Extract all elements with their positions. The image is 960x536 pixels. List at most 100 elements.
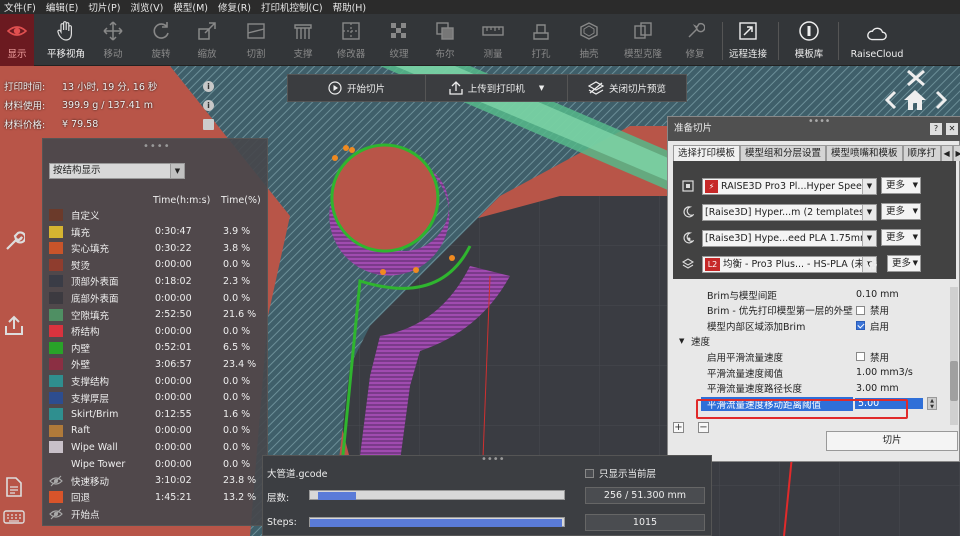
tool-support[interactable]: 支撑: [288, 14, 318, 66]
nav-left-icon[interactable]: [884, 90, 898, 110]
chevron-down-icon[interactable]: ▼: [679, 337, 684, 345]
tool-move[interactable]: 移动: [98, 14, 128, 66]
checkbox[interactable]: [856, 305, 865, 315]
legend-row[interactable]: 自定义: [49, 207, 263, 223]
tool-rotate[interactable]: 旋转: [146, 14, 176, 66]
steps-value[interactable]: 1015: [585, 514, 705, 531]
legend-row[interactable]: 支撑厚层 0:00:00 0.0 %: [49, 390, 263, 406]
tab-scroll-left-icon[interactable]: ◀: [940, 145, 953, 161]
scrollbar-thumb[interactable]: [950, 361, 958, 401]
legend-row[interactable]: Raft 0:00:00 0.0 %: [49, 423, 263, 439]
legend-row[interactable]: 支撑结构 0:00:00 0.0 %: [49, 373, 263, 389]
start-slice-button[interactable]: 开始切片: [288, 75, 426, 101]
menu-edit[interactable]: 编辑(E): [42, 0, 84, 14]
remove-button[interactable]: −: [698, 422, 709, 433]
color-swatch[interactable]: [49, 308, 63, 321]
help-button[interactable]: ?: [930, 123, 942, 135]
tool-modifier[interactable]: 修改器: [334, 14, 368, 66]
eye-icon[interactable]: [49, 475, 63, 487]
color-swatch[interactable]: [49, 341, 63, 354]
gear-icon[interactable]: [863, 256, 879, 272]
color-swatch[interactable]: [49, 292, 63, 304]
upload-to-printer-button[interactable]: 上传到打印机 ▼: [426, 75, 568, 101]
gcode-file-icon[interactable]: [3, 476, 25, 498]
legend-row[interactable]: Wipe Tower 0:00:00 0.0 %: [49, 456, 263, 472]
checkbox[interactable]: [856, 352, 865, 362]
save-icon[interactable]: [203, 118, 214, 130]
color-swatch[interactable]: [49, 358, 63, 371]
color-swatch[interactable]: [49, 441, 63, 454]
menu-slice[interactable]: 切片(P): [84, 0, 126, 14]
tool-raisecloud[interactable]: RaiseCloud: [850, 14, 904, 66]
spinner-icon[interactable]: ▲ ▼: [927, 397, 937, 411]
tab-nozzle-template[interactable]: 模型喷嘴和模板: [826, 145, 903, 161]
legend-row[interactable]: 实心填充 0:30:22 3.8 %: [49, 240, 263, 256]
legend-row[interactable]: 内壁 0:52:01 6.5 %: [49, 340, 263, 356]
chevron-down-icon[interactable]: ▼: [539, 84, 544, 92]
tool-boolean[interactable]: 布尔: [434, 14, 456, 66]
setting-value[interactable]: 禁用: [856, 303, 889, 317]
checkbox[interactable]: [856, 321, 865, 331]
profile-dropdown[interactable]: L2均衡 - Pro3 Plus... - HS-PLA (未保 ▼: [702, 255, 877, 273]
export-icon[interactable]: [3, 314, 25, 336]
color-swatch[interactable]: [49, 242, 63, 255]
setting-row[interactable]: ▼ 速度: [673, 334, 941, 349]
color-swatch[interactable]: [49, 458, 63, 470]
menu-printer-control[interactable]: 打印机控制(C): [257, 0, 329, 14]
tool-punch[interactable]: 打孔: [528, 14, 554, 66]
tool-texture[interactable]: 纹理: [388, 14, 410, 66]
printer-dropdown[interactable]: ⚡ RAISE3D Pro3 Pl...Hyper Speed ▼: [702, 177, 877, 195]
color-swatch[interactable]: [49, 491, 63, 504]
add-button[interactable]: +: [673, 422, 684, 433]
panel-title-bar[interactable]: 准备切片 ••••: [668, 116, 960, 141]
tool-clone[interactable]: 模型克隆: [621, 14, 665, 66]
color-swatch[interactable]: [49, 225, 63, 238]
legend-row[interactable]: Wipe Wall 0:00:00 0.0 %: [49, 439, 263, 455]
settings-scrollbar[interactable]: [950, 287, 958, 425]
close-preview-icon[interactable]: [904, 68, 928, 88]
legend-row[interactable]: 底部外表面 0:00:00 0.0 %: [49, 290, 263, 306]
tool-repair[interactable]: 修复: [683, 14, 707, 66]
wrench-icon[interactable]: [3, 230, 25, 252]
setting-value[interactable]: 禁用: [856, 350, 889, 364]
setting-row[interactable]: 启用平滑流量速度 禁用: [673, 349, 941, 364]
legend-row[interactable]: 回退 1:45:21 13.2 %: [49, 489, 263, 505]
setting-row[interactable]: 平滑流量速度路径长度 3.00 mm: [673, 381, 941, 396]
tab-model-groups[interactable]: 模型组和分层设置: [740, 145, 827, 161]
tool-display[interactable]: 显示: [0, 14, 34, 66]
legend-row[interactable]: 外壁 3:06:57 23.4 %: [49, 356, 263, 372]
drag-handle[interactable]: ••••: [808, 110, 830, 134]
only-current-layer-checkbox[interactable]: 只显示当前层: [585, 466, 656, 480]
legend-row[interactable]: 开始点: [49, 506, 263, 522]
setting-row[interactable]: Brim - 优先打印模型第一层的外壁 禁用: [673, 303, 941, 318]
legend-row[interactable]: 空隙填充 2:52:50 21.6 %: [49, 307, 263, 323]
color-swatch[interactable]: [49, 325, 63, 338]
keyboard-icon[interactable]: [3, 506, 25, 528]
info-icon[interactable]: i: [203, 80, 214, 92]
tab-sequence[interactable]: 顺序打: [902, 145, 941, 161]
color-swatch[interactable]: [49, 258, 63, 271]
color-swatch[interactable]: [49, 391, 63, 404]
legend-row[interactable]: Skirt/Brim 0:12:55 1.6 %: [49, 406, 263, 422]
close-slice-preview-button[interactable]: 关闭切片预览: [568, 75, 686, 101]
menu-help[interactable]: 帮助(H): [329, 0, 373, 14]
tool-remote-connect[interactable]: 远程连接: [728, 14, 768, 66]
legend-row[interactable]: 顶部外表面 0:18:02 2.3 %: [49, 273, 263, 289]
more-button[interactable]: 更多 ▼: [881, 229, 921, 246]
tool-measure[interactable]: 测量: [481, 14, 505, 66]
eye-icon[interactable]: [49, 508, 63, 520]
more-button[interactable]: 更多 ▼: [881, 177, 921, 194]
menu-file[interactable]: 文件(F): [0, 0, 42, 14]
menu-view[interactable]: 浏览(V): [126, 0, 169, 14]
setting-value[interactable]: 1.00 mm3/s: [856, 367, 913, 378]
layers-slider[interactable]: [309, 490, 565, 500]
menu-repair[interactable]: 修复(R): [214, 0, 257, 14]
more-button[interactable]: 更多 ▼: [887, 255, 921, 272]
drag-handle[interactable]: ••••: [481, 454, 505, 465]
color-swatch[interactable]: [49, 275, 63, 288]
more-button[interactable]: 更多 ▼: [881, 203, 921, 220]
color-swatch[interactable]: [49, 375, 63, 387]
home-view-icon[interactable]: [902, 88, 928, 112]
color-swatch[interactable]: [49, 408, 63, 421]
color-swatch[interactable]: [49, 209, 63, 221]
